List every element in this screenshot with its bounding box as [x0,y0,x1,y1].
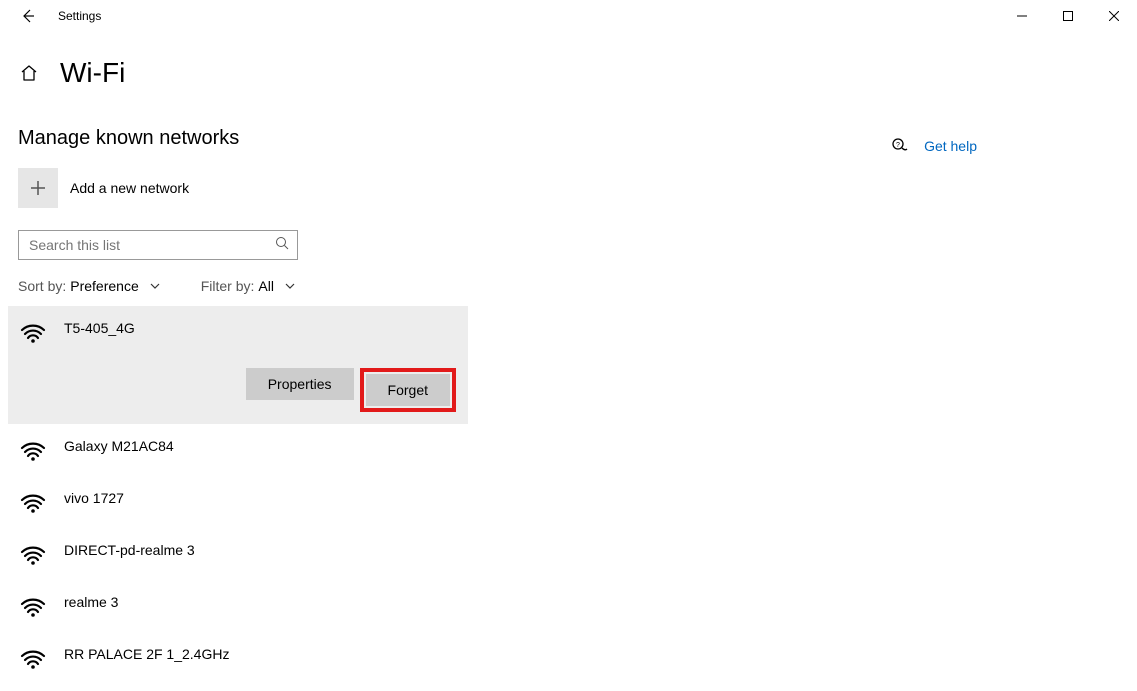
network-item-body: RR PALACE 2F 1_2.4GHz [64,644,456,662]
add-network-label: Add a new network [70,180,189,196]
network-item[interactable]: vivo 1727 [8,476,468,528]
page-header: Wi-Fi [18,57,1137,89]
plus-icon [18,168,58,208]
search-icon [275,236,289,255]
sort-by-dropdown[interactable]: Sort by: Preference [18,278,161,294]
network-list: T5-405_4G Properties Forget Galaxy M21AC84 v… [8,306,468,684]
network-name: RR PALACE 2F 1_2.4GHz [64,646,456,662]
get-help-link[interactable]: Get help [924,138,977,154]
filter-by-dropdown[interactable]: Filter by: All [201,278,296,294]
network-item-body: T5-405_4G Properties Forget [64,318,456,412]
wifi-icon [20,540,48,568]
back-button[interactable] [18,8,38,24]
title-bar: Settings [0,0,1137,32]
page-title: Wi-Fi [60,57,125,89]
network-item[interactable]: RR PALACE 2F 1_2.4GHz [8,632,468,684]
svg-text:?: ? [896,142,900,149]
add-network-button[interactable]: Add a new network [18,168,488,208]
network-item-body: vivo 1727 [64,488,456,506]
network-item-body: Galaxy M21AC84 [64,436,456,454]
minimize-button[interactable] [999,0,1045,32]
filter-value: All [258,278,274,294]
section-header: Manage known networks [18,127,488,150]
window-controls [999,0,1137,32]
network-item-body: realme 3 [64,592,456,610]
network-item-body: DIRECT-pd-realme 3 [64,540,456,558]
network-name: vivo 1727 [64,490,456,506]
search-input[interactable] [27,236,275,254]
close-button[interactable] [1091,0,1137,32]
network-item[interactable]: DIRECT-pd-realme 3 [8,528,468,580]
filter-row: Sort by: Preference Filter by: All [18,278,488,294]
chevron-down-icon [149,281,161,291]
wifi-icon [20,318,48,346]
wifi-icon [20,488,48,516]
network-name: T5-405_4G [64,320,456,336]
help-icon: ? [892,137,910,155]
forget-button[interactable]: Forget [366,374,450,406]
app-title: Settings [58,9,101,23]
network-name: realme 3 [64,594,456,610]
network-item[interactable]: T5-405_4G Properties Forget [8,306,468,424]
wifi-icon [20,436,48,464]
wifi-icon [20,644,48,672]
properties-button[interactable]: Properties [246,368,354,400]
forget-highlight: Forget [360,368,456,412]
wifi-icon [20,592,48,620]
home-icon[interactable] [18,62,40,84]
sort-value: Preference [70,278,138,294]
network-item[interactable]: realme 3 [8,580,468,632]
chevron-down-icon [284,281,296,291]
network-name: Galaxy M21AC84 [64,438,456,454]
help-section[interactable]: ? Get help [892,137,977,155]
search-input-container[interactable] [18,230,298,260]
network-name: DIRECT-pd-realme 3 [64,542,456,558]
filter-label: Filter by: [201,278,255,294]
maximize-button[interactable] [1045,0,1091,32]
sort-label: Sort by: [18,278,66,294]
network-item[interactable]: Galaxy M21AC84 [8,424,468,476]
network-actions: Properties Forget [64,368,456,412]
